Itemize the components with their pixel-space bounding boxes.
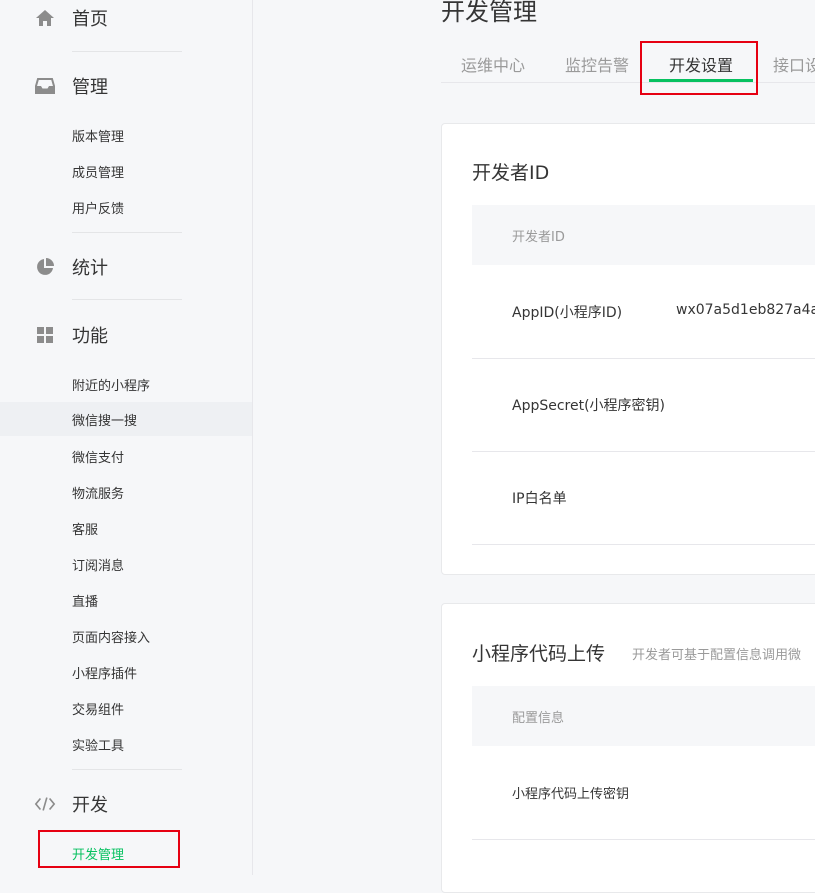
grid-icon bbox=[34, 324, 56, 346]
sidebar-item-label: 附近的小程序 bbox=[72, 378, 151, 394]
sidebar-item-label: 小程序插件 bbox=[72, 666, 138, 682]
highlight-box bbox=[38, 830, 180, 868]
table-header: 配置信息 bbox=[472, 686, 815, 746]
sidebar-item-nearby[interactable]: 附近的小程序 bbox=[0, 367, 252, 401]
page-title: 开发管理 bbox=[441, 0, 537, 26]
row-key: 小程序代码上传密钥 bbox=[512, 787, 630, 802]
tab-monitor[interactable]: 监控告警 bbox=[565, 52, 629, 76]
code-icon bbox=[34, 793, 56, 815]
table-header: 开发者ID bbox=[472, 205, 815, 265]
divider bbox=[72, 51, 182, 52]
highlight-box bbox=[640, 41, 758, 95]
row-key: AppID(小程序ID) bbox=[512, 305, 623, 321]
table-header-label: 配置信息 bbox=[512, 711, 565, 726]
tab-interface[interactable]: 接口设 bbox=[773, 52, 815, 76]
sidebar-item-version[interactable]: 版本管理 bbox=[0, 118, 252, 152]
sidebar-item-label: 实验工具 bbox=[72, 738, 125, 754]
sidebar-item-label: 用户反馈 bbox=[72, 201, 125, 217]
sidebar-item-label: 版本管理 bbox=[72, 129, 125, 145]
nav-home[interactable]: 首页 bbox=[0, 0, 252, 38]
divider bbox=[72, 232, 182, 233]
divider bbox=[72, 299, 182, 300]
nav-dev-label: 开发 bbox=[72, 795, 108, 816]
sidebar-item-label: 页面内容接入 bbox=[72, 630, 151, 646]
nav-stats[interactable]: 统计 bbox=[0, 247, 252, 287]
sidebar-item-service[interactable]: 客服 bbox=[0, 511, 252, 545]
divider bbox=[72, 769, 182, 770]
sidebar-item-search[interactable]: 微信搜一搜 bbox=[0, 402, 252, 436]
card-title: 小程序代码上传 bbox=[472, 643, 606, 665]
sidebar-item-label: 直播 bbox=[72, 594, 99, 610]
row-key: IP白名单 bbox=[512, 491, 567, 507]
table-header-label: 开发者ID bbox=[512, 230, 565, 245]
card-title: 开发者ID bbox=[472, 162, 550, 184]
sidebar-item-label: 交易组件 bbox=[72, 702, 125, 718]
sidebar-item-live[interactable]: 直播 bbox=[0, 583, 252, 617]
sidebar-item-content[interactable]: 页面内容接入 bbox=[0, 619, 252, 653]
dev-id-card: 开发者ID 开发者ID AppID(小程序ID) wx07a5d1eb827a4… bbox=[441, 123, 815, 575]
sidebar-item-label: 物流服务 bbox=[72, 486, 125, 502]
sidebar-item-label: 微信支付 bbox=[72, 450, 125, 466]
tab-ops[interactable]: 运维中心 bbox=[461, 52, 525, 76]
sidebar-item-feedback[interactable]: 用户反馈 bbox=[0, 190, 252, 224]
table-row: 小程序代码上传密钥 bbox=[472, 746, 815, 840]
row-key: AppSecret(小程序密钥) bbox=[512, 398, 666, 414]
sidebar-item-subscribe[interactable]: 订阅消息 bbox=[0, 547, 252, 581]
sidebar-item-plugin[interactable]: 小程序插件 bbox=[0, 655, 252, 689]
sidebar-item-logistics[interactable]: 物流服务 bbox=[0, 475, 252, 509]
nav-stats-label: 统计 bbox=[72, 258, 108, 279]
sidebar-item-label: 微信搜一搜 bbox=[72, 413, 138, 429]
nav-features-label: 功能 bbox=[72, 326, 108, 347]
sidebar-item-label: 客服 bbox=[72, 522, 99, 538]
inbox-icon bbox=[34, 75, 56, 97]
sidebar-item-label: 订阅消息 bbox=[72, 558, 125, 574]
card-description: 开发者可基于配置信息调用微 bbox=[632, 648, 802, 663]
nav-manage[interactable]: 管理 bbox=[0, 66, 252, 106]
nav-dev[interactable]: 开发 bbox=[0, 784, 252, 824]
sidebar-item-lab[interactable]: 实验工具 bbox=[0, 727, 252, 761]
sidebar-item-label: 成员管理 bbox=[72, 165, 125, 181]
sidebar-item-members[interactable]: 成员管理 bbox=[0, 154, 252, 188]
home-icon bbox=[34, 7, 56, 29]
sidebar: 首页 管理 版本管理 成员管理 用户反馈 统计 功能 附近的小程序 微信搜一搜 … bbox=[0, 0, 253, 875]
table-row: AppSecret(小程序密钥) bbox=[472, 358, 815, 452]
pie-chart-icon bbox=[34, 256, 56, 278]
sidebar-item-pay[interactable]: 微信支付 bbox=[0, 439, 252, 473]
row-value: wx07a5d1eb827a4a4 bbox=[676, 302, 815, 318]
nav-manage-label: 管理 bbox=[72, 77, 108, 98]
code-upload-card: 小程序代码上传 开发者可基于配置信息调用微 配置信息 小程序代码上传密钥 bbox=[441, 603, 815, 893]
nav-home-label: 首页 bbox=[72, 9, 108, 30]
sidebar-item-trade[interactable]: 交易组件 bbox=[0, 691, 252, 725]
nav-features[interactable]: 功能 bbox=[0, 315, 252, 355]
table-row: AppID(小程序ID) wx07a5d1eb827a4a4 bbox=[472, 265, 815, 359]
table-row: IP白名单 bbox=[472, 451, 815, 545]
